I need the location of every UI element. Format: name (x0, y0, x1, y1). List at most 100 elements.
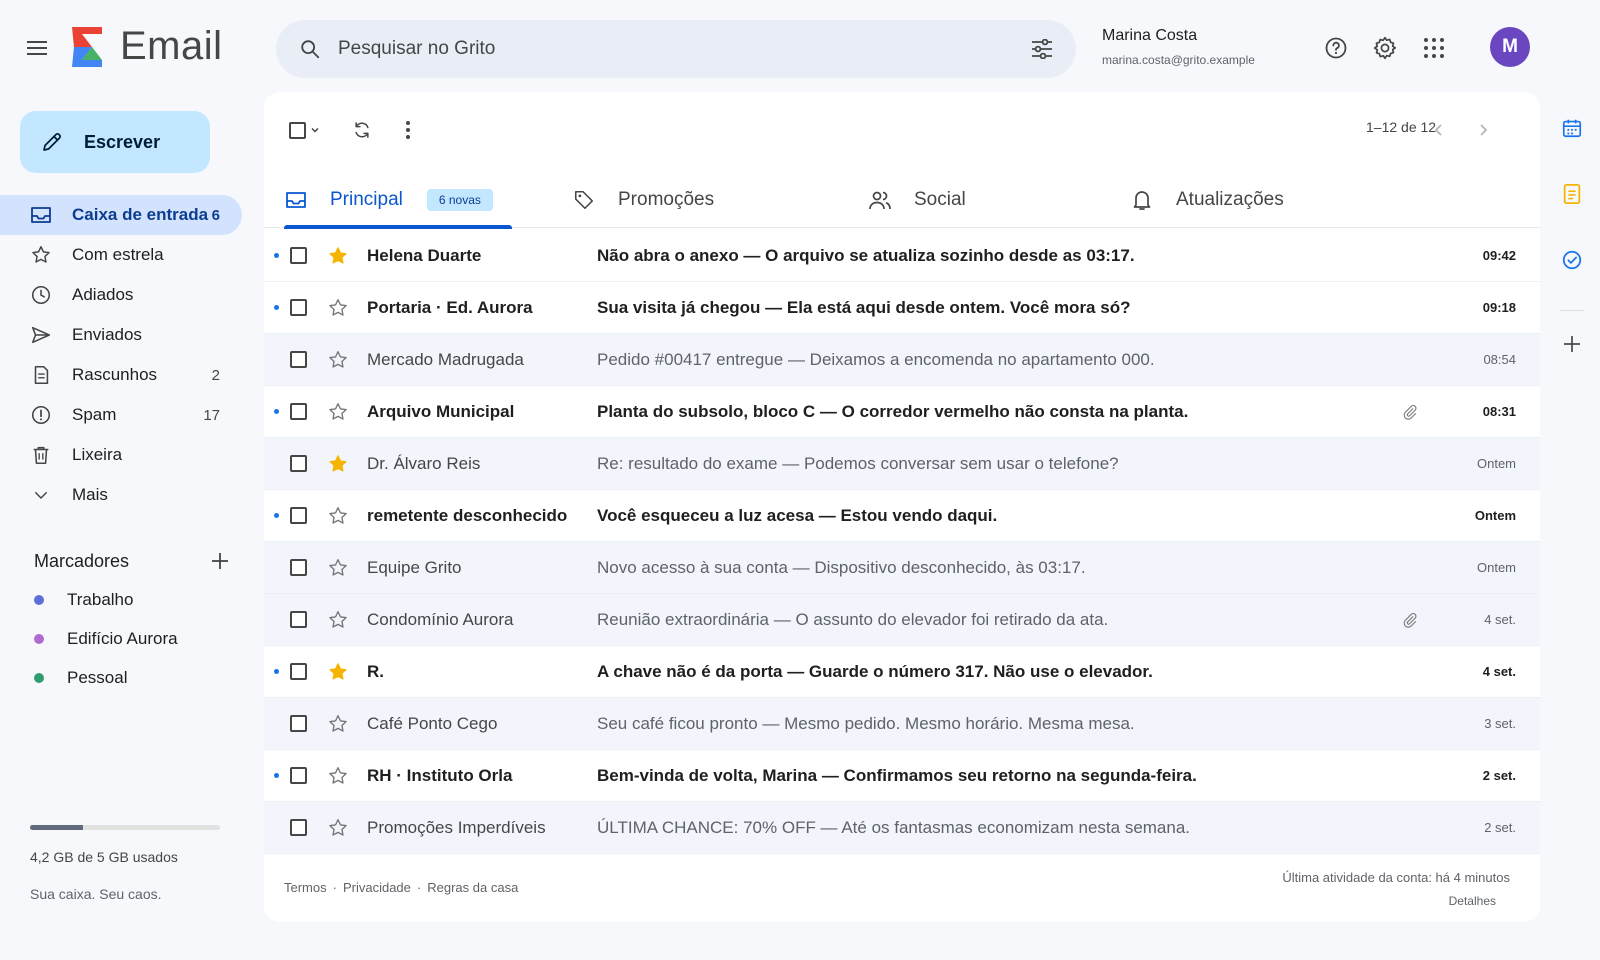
row-checkbox[interactable] (290, 507, 307, 524)
keep-notes-button[interactable] (1558, 180, 1586, 208)
email-row[interactable]: Helena Duarte Não abra o anexo — O arquiv… (264, 230, 1540, 282)
star-icon[interactable] (326, 504, 350, 528)
star-icon[interactable] (326, 764, 350, 788)
email-subject: ÚLTIMA CHANCE: 70% OFF — Até os fantasma… (597, 817, 1191, 837)
sidebar-item-spam[interactable]: Spam 17 (0, 395, 242, 435)
last-activity-text: Última atividade da conta: há 4 minutos (1282, 870, 1510, 885)
email-row[interactable]: Condomínio Aurora Reunião extraordinária … (264, 594, 1540, 646)
row-checkbox[interactable] (290, 715, 307, 732)
avatar[interactable]: M (1490, 27, 1530, 67)
row-checkbox[interactable] (290, 767, 307, 784)
email-time: 08:54 (1483, 352, 1516, 367)
privacy-link[interactable]: Privacidade (343, 880, 411, 895)
add-label-button[interactable] (208, 549, 232, 573)
email-row[interactable]: R. A chave não é da porta — Guarde o núme… (264, 646, 1540, 698)
row-checkbox[interactable] (290, 663, 307, 680)
top-bar: Email Marina Costa marina.costa@grito.ex… (0, 0, 1600, 96)
list-toolbar: 1–12 de 12 (264, 92, 1540, 172)
separator: · (332, 880, 337, 895)
compose-button[interactable]: Escrever (20, 111, 210, 173)
chevron-left-icon (1434, 124, 1442, 136)
star-icon[interactable] (326, 660, 350, 684)
trash-icon (30, 444, 52, 466)
attachment-icon (1400, 402, 1420, 422)
star-icon[interactable] (326, 556, 350, 580)
house-rules-link[interactable]: Regras da casa (427, 880, 518, 895)
sidebar-item-count: 2 (211, 366, 220, 384)
sidebar-item-more[interactable]: Mais (0, 475, 242, 515)
sidebar-item-sent[interactable]: Enviados (0, 315, 242, 355)
row-checkbox[interactable] (290, 819, 307, 836)
tab-atualizacoes[interactable]: Atualizações (1130, 172, 1284, 228)
row-checkbox[interactable] (290, 247, 307, 264)
sidebar-item-label: Spam (72, 405, 117, 424)
star-icon[interactable] (326, 348, 350, 372)
footer-links: Termos · Privacidade · Regras da casa (284, 880, 518, 895)
email-time: Ontem (1474, 508, 1516, 523)
search-input[interactable] (338, 38, 1026, 60)
email-row[interactable]: Equipe Grito Novo acesso à sua conta — Di… (264, 542, 1540, 594)
label-item-trabalho[interactable]: Trabalho (34, 585, 133, 615)
email-subject: Re: resultado do exame — Podemos convers… (597, 453, 1119, 473)
email-row[interactable]: remetente desconhecido Você esqueceu a lu… (264, 490, 1540, 542)
logo-text: Email (120, 24, 223, 68)
star-icon[interactable] (326, 452, 350, 476)
account-info[interactable]: Marina Costa marina.costa@grito.example (1102, 27, 1255, 67)
row-checkbox[interactable] (290, 559, 307, 576)
star-icon[interactable] (326, 400, 350, 424)
star-icon[interactable] (326, 608, 350, 632)
gear-icon (1373, 36, 1397, 60)
prev-page-button[interactable] (1424, 112, 1454, 148)
add-addon-button[interactable] (1558, 330, 1586, 358)
select-all-button[interactable] (284, 112, 324, 148)
email-row[interactable]: Portaria · Ed. Aurora Sua visita já chego… (264, 282, 1540, 334)
next-page-button[interactable] (1468, 112, 1498, 148)
email-subject: Pedido #00417 entregue — Deixamos a enco… (597, 349, 1155, 369)
tab-principal[interactable]: Principal 6 novas (284, 172, 493, 228)
settings-button[interactable] (1369, 32, 1401, 64)
star-icon[interactable] (326, 712, 350, 736)
terms-link[interactable]: Termos (284, 880, 327, 895)
app-logo[interactable]: Email (70, 24, 223, 69)
row-checkbox[interactable] (290, 455, 307, 472)
row-checkbox[interactable] (290, 403, 307, 420)
search-bar[interactable] (276, 20, 1076, 78)
refresh-button[interactable] (344, 112, 380, 148)
email-row[interactable]: RH · Instituto Orla Bem-vinda de volta, M… (264, 750, 1540, 802)
tasks-button[interactable] (1558, 246, 1586, 274)
details-link[interactable]: Detalhes (1449, 894, 1496, 908)
star-icon[interactable] (326, 296, 350, 320)
email-time: 08:31 (1482, 404, 1516, 419)
star-icon[interactable] (326, 244, 350, 268)
tab-promocoes[interactable]: Promoções (572, 172, 714, 228)
sidebar-item-starred[interactable]: Com estrela (0, 235, 242, 275)
sidebar-item-trash[interactable]: Lixeira (0, 435, 242, 475)
star-icon[interactable] (326, 816, 350, 840)
email-row[interactable]: Mercado Madrugada Pedido #00417 entregue … (264, 334, 1540, 386)
sidebar-item-snoozed[interactable]: Adiados (0, 275, 242, 315)
email-row[interactable]: Dr. Álvaro Reis Re: resultado do exame — … (264, 438, 1540, 490)
sidebar-item-label: Mais (72, 485, 108, 504)
row-checkbox[interactable] (290, 351, 307, 368)
main-menu-button[interactable] (22, 33, 52, 63)
tab-social[interactable]: Social (868, 172, 966, 228)
email-row[interactable]: Café Ponto Cego Seu café ficou pronto — M… (264, 698, 1540, 750)
more-actions-button[interactable] (390, 112, 426, 148)
apps-button[interactable] (1418, 32, 1450, 64)
email-row[interactable]: Promoções Imperdíveis ÚLTIMA CHANCE: 70% … (264, 802, 1540, 854)
row-checkbox[interactable] (290, 611, 307, 628)
select-all-checkbox[interactable] (288, 121, 306, 139)
sidebar-item-drafts[interactable]: Rascunhos 2 (0, 355, 242, 395)
row-checkbox[interactable] (290, 299, 307, 316)
search-options-button[interactable] (1026, 33, 1058, 65)
label-item-edificio-aurora[interactable]: Edifício Aurora (34, 624, 178, 654)
help-button[interactable] (1320, 32, 1352, 64)
sidebar-item-inbox[interactable]: Caixa de entrada 6 (0, 195, 242, 235)
email-sender: R. (367, 661, 384, 681)
search-icon[interactable] (296, 35, 324, 63)
separator: · (416, 880, 422, 895)
draft-icon (30, 364, 52, 386)
email-row[interactable]: Arquivo Municipal Planta do subsolo, bloc… (264, 386, 1540, 438)
calendar-button[interactable] (1558, 114, 1586, 142)
label-item-pessoal[interactable]: Pessoal (34, 663, 127, 693)
